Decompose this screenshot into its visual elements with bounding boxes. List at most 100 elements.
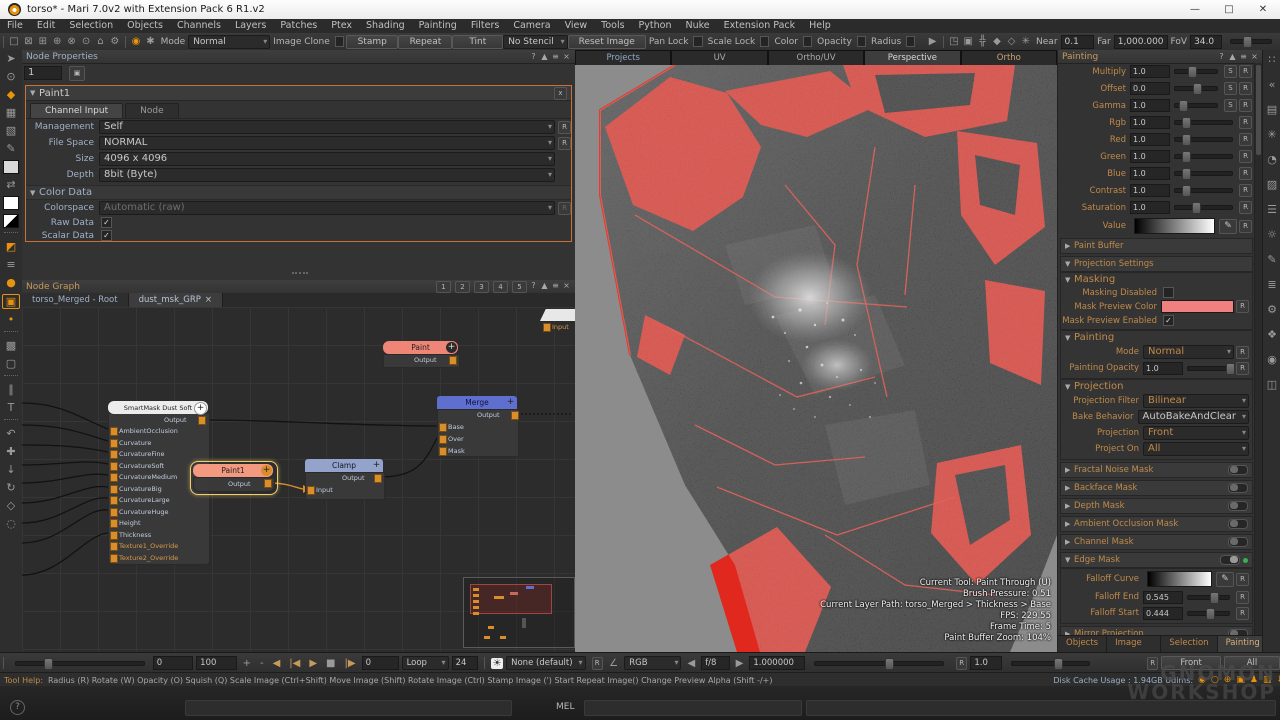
frame-tool-icon[interactable]: ▢ bbox=[3, 357, 19, 371]
colorspace-dropdown[interactable]: Automatic (raw)▾ bbox=[99, 201, 555, 215]
size-dropdown[interactable]: 4096 x 4096▾ bbox=[99, 152, 555, 166]
input-port[interactable] bbox=[110, 485, 118, 494]
collapse-icon[interactable]: ▼ bbox=[1065, 276, 1074, 284]
download-icon[interactable]: ⬇ bbox=[1276, 675, 1280, 685]
output-port[interactable] bbox=[374, 474, 382, 483]
node-graph-header[interactable]: Node Graph 1 2 3 4 5 ? ▲ ≡ × bbox=[22, 280, 575, 294]
slider-handle[interactable] bbox=[1226, 363, 1235, 375]
node-smartmask[interactable]: SmartMask Dust Soft + bbox=[108, 401, 208, 414]
text-tool-icon[interactable]: T bbox=[3, 401, 19, 415]
paint-through-icon[interactable]: ◉ bbox=[129, 36, 143, 47]
image-clone-checkbox[interactable] bbox=[335, 36, 344, 47]
expand-icon[interactable]: ▶ bbox=[1065, 520, 1074, 528]
node-pick-tool-icon[interactable]: ◩ bbox=[3, 240, 19, 254]
collapse-icon[interactable]: ▼ bbox=[1065, 556, 1074, 564]
layers-icon[interactable]: ≣ bbox=[1264, 278, 1280, 292]
undo-stroke-icon[interactable]: ↶ bbox=[3, 427, 19, 441]
base-port[interactable] bbox=[439, 423, 447, 432]
move-tool-icon[interactable]: ✚ bbox=[3, 445, 19, 459]
graph-bookmark-5[interactable]: 5 bbox=[512, 281, 527, 293]
menu-nuke[interactable]: Nuke bbox=[678, 19, 716, 33]
channel-mask-section[interactable]: ▶ Channel Mask bbox=[1060, 534, 1253, 550]
tab-uv[interactable]: UV bbox=[671, 50, 767, 65]
saturation-slider[interactable] bbox=[1174, 205, 1233, 210]
near-field[interactable]: 0.1 bbox=[1061, 35, 1095, 49]
value-gradient[interactable] bbox=[1134, 218, 1215, 234]
repeat-button[interactable]: Repeat bbox=[398, 35, 452, 49]
expand-toolbar-icon[interactable]: ▶ bbox=[925, 36, 939, 47]
float-icon[interactable]: ≡ bbox=[1239, 52, 1248, 61]
help-icon[interactable]: ? bbox=[529, 52, 538, 61]
color-data-section-header[interactable]: ▼ Color Data bbox=[26, 185, 571, 200]
tab-projects[interactable]: Projects bbox=[575, 50, 671, 65]
shapes-icon[interactable]: ❖ bbox=[1264, 328, 1280, 342]
node-paint1[interactable]: Paint1 + bbox=[193, 464, 273, 477]
collapse-icon[interactable]: ▼ bbox=[1065, 383, 1074, 391]
red-field[interactable]: 1.0 bbox=[1130, 133, 1170, 146]
pin-icon[interactable]: ▲ bbox=[1228, 52, 1237, 61]
set-button[interactable]: S bbox=[1224, 65, 1237, 78]
mask-port[interactable] bbox=[439, 447, 447, 456]
node-paint[interactable]: Paint + bbox=[383, 341, 458, 354]
fov-field[interactable]: 34.0 bbox=[1190, 35, 1222, 49]
projection-settings-section[interactable]: ▼ Projection Settings bbox=[1060, 256, 1253, 272]
menu-layers[interactable]: Layers bbox=[228, 19, 273, 33]
saturation-field[interactable]: 1.0 bbox=[1130, 201, 1170, 214]
expand-icon[interactable]: ▶ bbox=[1065, 484, 1074, 492]
input-port[interactable] bbox=[543, 323, 551, 332]
snowflake-icon[interactable]: ✳ bbox=[1264, 128, 1280, 142]
reset-button[interactable]: R bbox=[558, 202, 571, 215]
edge-mask-toggle[interactable] bbox=[1220, 555, 1240, 565]
masking-disabled-checkbox[interactable] bbox=[1163, 287, 1174, 298]
scalar-data-checkbox[interactable]: ✓ bbox=[101, 230, 112, 241]
lighting-icon[interactable]: ☀ bbox=[491, 658, 503, 669]
collapse-icon[interactable]: ▼ bbox=[30, 189, 39, 197]
stencil-dropdown[interactable]: No Stencil▾ bbox=[503, 35, 567, 49]
mask-shape-icon[interactable]: ◆ bbox=[990, 36, 1004, 47]
pin-icon[interactable]: ▲ bbox=[540, 52, 549, 61]
mode-dropdown[interactable]: Normal▾ bbox=[188, 35, 270, 49]
mel-output-field[interactable] bbox=[806, 700, 1276, 716]
painting-panel-header[interactable]: Painting ? ▲ ≡ × bbox=[1058, 50, 1263, 64]
contrast-field[interactable]: 1.0 bbox=[1130, 184, 1170, 197]
input-port[interactable] bbox=[110, 427, 118, 436]
menu-edit[interactable]: Edit bbox=[30, 19, 62, 33]
pull-tool-icon[interactable]: ↓ bbox=[3, 463, 19, 477]
offset-field[interactable]: 0.0 bbox=[1130, 82, 1170, 95]
falloff-curve-gradient[interactable] bbox=[1147, 571, 1212, 587]
slider-handle[interactable] bbox=[1206, 608, 1215, 620]
lighting-dropdown[interactable]: None (default)▾ bbox=[506, 656, 585, 670]
input-port[interactable] bbox=[110, 508, 118, 517]
reset-button[interactable]: R bbox=[1236, 591, 1249, 604]
channel-mask-toggle[interactable] bbox=[1228, 537, 1248, 547]
palette-icon[interactable]: ◉ bbox=[1264, 353, 1280, 367]
input-port[interactable] bbox=[110, 496, 118, 505]
scrollbar-thumb[interactable] bbox=[1256, 65, 1261, 155]
reset-button[interactable]: R bbox=[1236, 362, 1249, 375]
slider-handle[interactable] bbox=[1182, 185, 1191, 197]
edit-curve-icon[interactable]: ✎ bbox=[1219, 219, 1237, 234]
tint-button[interactable]: Tint bbox=[452, 35, 503, 49]
gain-slider[interactable] bbox=[1011, 661, 1090, 666]
raw-data-checkbox[interactable]: ✓ bbox=[101, 217, 112, 228]
step-forward-button[interactable]: |▶ bbox=[345, 658, 356, 669]
opacity-checkbox[interactable] bbox=[857, 36, 866, 47]
timeline-slider-handle[interactable] bbox=[44, 658, 53, 670]
node-add-icon[interactable]: ⊗ bbox=[64, 36, 78, 47]
float-icon[interactable]: ≡ bbox=[551, 52, 560, 61]
frame-end-field[interactable]: 100 bbox=[196, 656, 236, 670]
reset-button[interactable]: R bbox=[1239, 184, 1252, 197]
loop-dropdown[interactable]: Loop▾ bbox=[402, 656, 449, 670]
snapshot-icon[interactable]: ▣ bbox=[69, 66, 85, 81]
reset-button[interactable]: R bbox=[1236, 573, 1249, 586]
eyedropper-tool-icon[interactable]: ✎ bbox=[3, 142, 19, 156]
menu-file[interactable]: File bbox=[0, 19, 30, 33]
close-project-icon[interactable]: ⊠ bbox=[21, 36, 35, 47]
menu-filters[interactable]: Filters bbox=[464, 19, 506, 33]
input-port[interactable] bbox=[110, 450, 118, 459]
curve-display-icon[interactable]: ∠ bbox=[606, 658, 621, 669]
ambient-occlusion-mask-toggle[interactable] bbox=[1228, 519, 1248, 529]
bake-behavior-dropdown[interactable]: AutoBakeAndClear▾ bbox=[1138, 410, 1249, 424]
frame-start-field[interactable]: 0 bbox=[153, 656, 193, 670]
add-port-icon[interactable]: + bbox=[505, 397, 516, 408]
